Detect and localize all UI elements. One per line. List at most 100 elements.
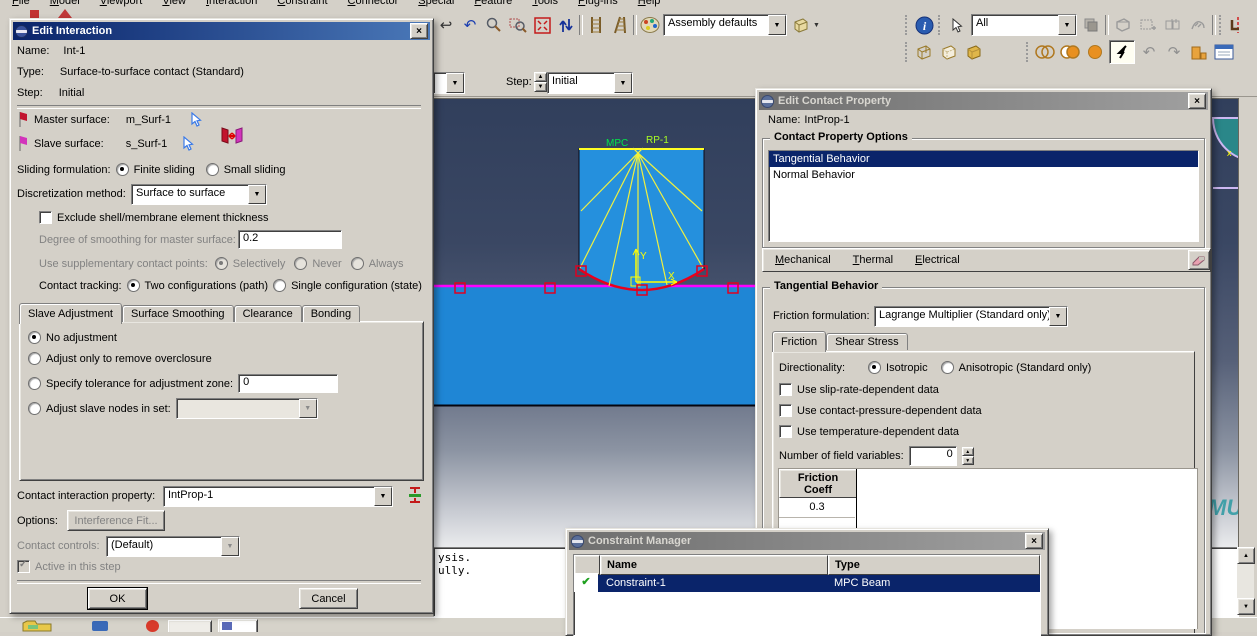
- status-column-header[interactable]: [574, 555, 600, 575]
- partition-icon[interactable]: [1137, 14, 1159, 36]
- dialog-titlebar[interactable]: Edit Interaction ×: [13, 22, 430, 40]
- menu-plugins[interactable]: Plug-ins: [576, 0, 620, 7]
- edit-mesh-hand-icon[interactable]: [1187, 14, 1209, 36]
- color-code-palette-icon[interactable]: [639, 14, 661, 36]
- two-configurations-radio[interactable]: [127, 279, 140, 292]
- selection-filter-combobox[interactable]: All ▼: [971, 14, 1077, 36]
- menu-constraint[interactable]: Constraint: [275, 0, 329, 7]
- boolean-union-icon[interactable]: [1034, 41, 1056, 63]
- friction-formulation-combobox[interactable]: Lagrange Multiplier (Standard only) ▼: [874, 306, 1068, 327]
- regenerate-icon[interactable]: [1188, 41, 1210, 63]
- step-spinner[interactable]: ▲ ▼: [534, 72, 547, 92]
- menu-feature[interactable]: Feature: [472, 0, 514, 7]
- query-info-icon[interactable]: i: [913, 14, 935, 36]
- toolbar-grip[interactable]: [1219, 15, 1224, 35]
- tab-slave-adjustment[interactable]: Slave Adjustment: [19, 303, 122, 324]
- color-code-combobox[interactable]: Assembly defaults ▼: [663, 14, 787, 36]
- menu-electrical[interactable]: Electrical: [913, 254, 962, 266]
- toolbar-grip[interactable]: [905, 15, 910, 35]
- magnify-view-icon[interactable]: [483, 14, 505, 36]
- close-icon[interactable]: ×: [1025, 533, 1043, 549]
- spin-up-icon[interactable]: ▲: [962, 447, 974, 456]
- manager-dialog-icon[interactable]: [1213, 41, 1235, 63]
- friction-coeff-cell[interactable]: 0.3: [779, 497, 855, 518]
- field-variables-spinner[interactable]: ▲ ▼: [962, 447, 974, 465]
- render-hiddenline-icon[interactable]: [938, 41, 960, 63]
- temperature-checkbox[interactable]: [779, 425, 792, 438]
- field-variables-input[interactable]: 0: [909, 446, 957, 466]
- exclude-thickness-checkbox[interactable]: [39, 211, 52, 224]
- close-icon[interactable]: ×: [1188, 93, 1206, 109]
- toolbar-grip[interactable]: [905, 42, 910, 62]
- edit-interaction-dialog[interactable]: Edit Interaction × Name: Int-1 Type: Sur…: [9, 18, 434, 614]
- no-adjustment-radio[interactable]: [28, 331, 41, 344]
- view-cut-icon[interactable]: [1112, 14, 1134, 36]
- single-configuration-radio[interactable]: [273, 279, 286, 292]
- render-rails-icon[interactable]: [585, 14, 607, 36]
- menu-special[interactable]: Special: [416, 0, 456, 7]
- tab-bonding[interactable]: Bonding: [302, 305, 360, 322]
- remove-overclosure-radio[interactable]: [28, 352, 41, 365]
- chevron-down-icon[interactable]: ▼: [768, 15, 786, 35]
- menu-model[interactable]: Model: [48, 0, 82, 7]
- smoothing-input[interactable]: 0.2: [238, 230, 342, 249]
- render-wireframe-icon[interactable]: [913, 41, 935, 63]
- create-interaction-property-icon[interactable]: [406, 486, 424, 504]
- node-set-combobox[interactable]: ▼: [176, 398, 318, 419]
- rotate-view-icon[interactable]: ↶: [459, 14, 481, 36]
- isotropic-radio[interactable]: [868, 361, 881, 374]
- menu-tools[interactable]: Tools: [530, 0, 560, 7]
- name-column-header[interactable]: Name: [600, 555, 828, 575]
- spin-down-icon[interactable]: ▼: [962, 456, 974, 465]
- scroll-up-icon[interactable]: ▲: [1237, 547, 1255, 564]
- toolbar-grip[interactable]: [938, 15, 943, 35]
- cip-combobox[interactable]: IntProp-1 ▼: [163, 486, 393, 507]
- always-radio[interactable]: [351, 257, 364, 270]
- message-scrollbar[interactable]: ▲ ▼: [1237, 547, 1254, 615]
- dialog-titlebar[interactable]: Edit Contact Property ×: [759, 92, 1208, 110]
- corner-bracket-icon[interactable]: [1227, 14, 1249, 36]
- select-in-viewport-icon[interactable]: [181, 136, 195, 151]
- tolerance-radio[interactable]: [28, 377, 41, 390]
- friction-coeff-header[interactable]: Friction Coeff: [779, 469, 857, 498]
- tab-shear-stress[interactable]: Shear Stress: [826, 333, 908, 350]
- undo-icon[interactable]: ↶: [1138, 41, 1160, 63]
- active-step-checkbox[interactable]: [17, 560, 30, 573]
- spin-up-icon[interactable]: ▲: [534, 72, 547, 82]
- never-radio[interactable]: [294, 257, 307, 270]
- chevron-down-icon[interactable]: ▼: [374, 487, 392, 506]
- tab-friction[interactable]: Friction: [772, 331, 826, 352]
- tab-clearance[interactable]: Clearance: [234, 305, 302, 322]
- switch-surfaces-icon[interactable]: [219, 125, 245, 147]
- small-sliding-radio[interactable]: [206, 163, 219, 176]
- spin-down-icon[interactable]: ▼: [534, 82, 547, 92]
- menu-view[interactable]: View: [160, 0, 188, 7]
- delete-option-button[interactable]: [1188, 250, 1210, 270]
- ok-button[interactable]: OK: [88, 588, 147, 609]
- taskbar-app-icon[interactable]: [92, 621, 108, 631]
- chevron-down-icon[interactable]: ▼: [299, 399, 317, 418]
- chevron-down-icon[interactable]: ▼: [446, 73, 464, 93]
- contact-controls-combobox[interactable]: (Default) ▼: [106, 536, 240, 557]
- chevron-down-icon[interactable]: ▼: [813, 22, 820, 29]
- cancel-button[interactable]: Cancel: [299, 588, 358, 609]
- scroll-down-icon[interactable]: ▼: [1237, 598, 1255, 615]
- select-tool-active[interactable]: [1109, 40, 1135, 64]
- chevron-down-icon[interactable]: ▼: [248, 185, 266, 204]
- chevron-down-icon[interactable]: ▼: [1058, 15, 1076, 35]
- interference-fit-button[interactable]: Interference Fit...: [67, 510, 165, 531]
- visible-objects-icon[interactable]: [789, 14, 811, 36]
- select-in-viewport-icon[interactable]: [189, 112, 203, 127]
- auto-fit-view-icon[interactable]: [531, 14, 553, 36]
- tolerance-input[interactable]: 0: [238, 374, 338, 393]
- dialog-titlebar[interactable]: Constraint Manager ×: [569, 532, 1045, 550]
- menu-interaction[interactable]: Interaction: [204, 0, 259, 7]
- menu-connector[interactable]: Connector: [346, 0, 401, 7]
- anisotropic-radio[interactable]: [941, 361, 954, 374]
- contact-pressure-checkbox[interactable]: [779, 404, 792, 417]
- render-rails-perspective-icon[interactable]: [609, 14, 631, 36]
- boolean-merge-icon[interactable]: [1084, 41, 1106, 63]
- datum-icon[interactable]: [1162, 14, 1184, 36]
- toolbar-grip[interactable]: [1026, 42, 1031, 62]
- render-shaded-icon[interactable]: [963, 41, 985, 63]
